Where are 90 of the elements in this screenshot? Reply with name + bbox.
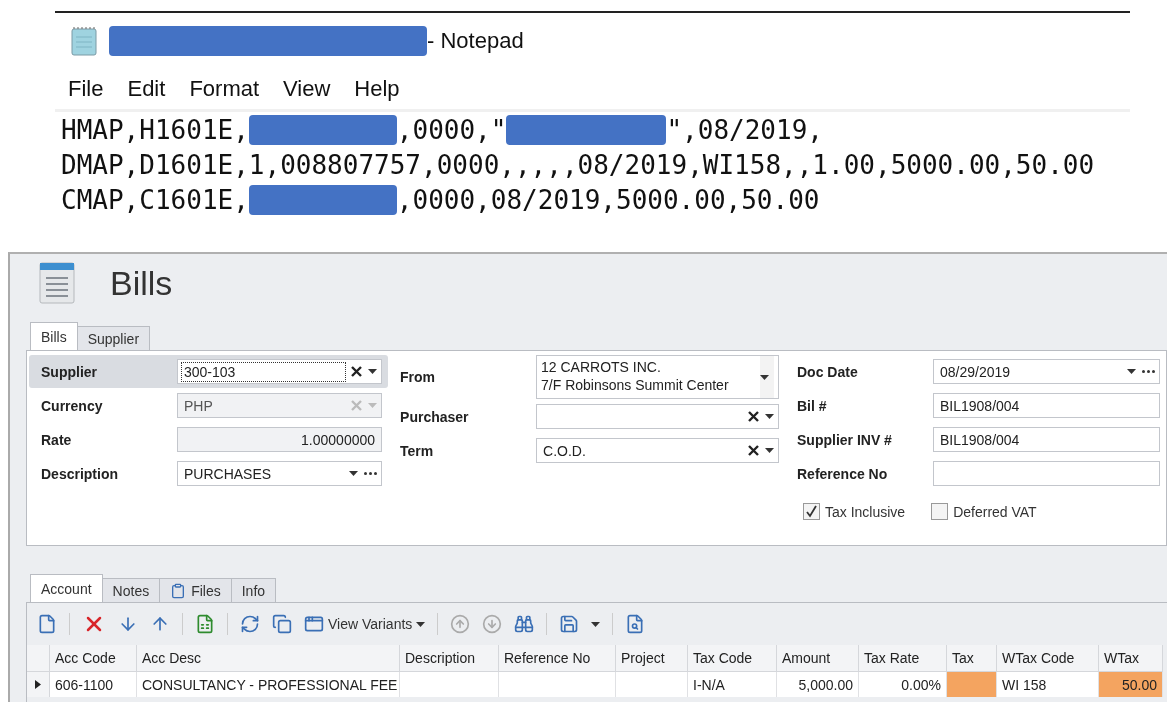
tab[interactable]: Notes bbox=[101, 578, 161, 602]
column-header[interactable]: Tax Code bbox=[688, 645, 777, 672]
menu-item[interactable]: Format bbox=[189, 76, 260, 102]
field-label: From bbox=[400, 369, 437, 385]
refresh-icon[interactable] bbox=[240, 614, 260, 634]
input-field[interactable]: 08/29/2019 bbox=[933, 359, 1160, 384]
file-text: ",08/2019, bbox=[666, 114, 823, 145]
tab[interactable]: Account bbox=[30, 574, 103, 602]
clipboard-icon bbox=[170, 582, 187, 599]
search-icon[interactable] bbox=[625, 614, 646, 634]
address-line: 12 CARROTS INC. bbox=[541, 358, 662, 376]
caret-icon[interactable] bbox=[1127, 369, 1136, 374]
field-label: Supplier INV # bbox=[797, 431, 893, 448]
file-text: ,0000," bbox=[396, 114, 507, 145]
input-field[interactable]: 1.00000000 bbox=[177, 427, 383, 452]
address-line: 7/F Robinsons Summit Center bbox=[541, 376, 730, 394]
tab[interactable]: Bills bbox=[30, 322, 78, 350]
table-cell: 50.00 bbox=[1099, 672, 1163, 697]
ellipsis-icon[interactable] bbox=[1142, 370, 1155, 373]
file-text: HMAP,H1601E, bbox=[61, 114, 249, 145]
menu-item[interactable]: File bbox=[68, 76, 104, 102]
column-header[interactable]: Acc Code bbox=[50, 645, 137, 672]
tab[interactable]: Supplier bbox=[76, 326, 151, 350]
field-label: Currency bbox=[41, 397, 104, 414]
caret-icon[interactable] bbox=[368, 369, 378, 374]
tab[interactable]: Files bbox=[159, 578, 232, 602]
copy-icon[interactable] bbox=[272, 614, 292, 634]
window-title: - Notepad bbox=[427, 28, 524, 54]
spreadsheet-icon[interactable] bbox=[195, 614, 215, 634]
checkbox-label: Tax Inclusive bbox=[825, 503, 906, 520]
table-cell: 0.00% bbox=[859, 672, 947, 697]
field-label: Reference No bbox=[797, 465, 889, 482]
clear-icon[interactable] bbox=[351, 366, 363, 377]
ellipsis-icon[interactable] bbox=[364, 472, 378, 475]
checkbox[interactable] bbox=[931, 503, 949, 520]
input-field[interactable] bbox=[536, 404, 779, 429]
file-text: ,0000,08/2019,5000.00,50.00 bbox=[396, 184, 820, 215]
caret-icon[interactable] bbox=[765, 414, 774, 419]
checkbox[interactable] bbox=[803, 503, 820, 520]
table-cell: I-N/A bbox=[688, 672, 777, 697]
view-variants-button[interactable]: View Variants bbox=[304, 614, 426, 634]
input-field[interactable]: PURCHASES bbox=[177, 461, 383, 486]
new-document-icon[interactable] bbox=[37, 614, 57, 634]
field-label: Rate bbox=[41, 431, 73, 448]
notepad-icon bbox=[69, 25, 99, 57]
field-label: Description bbox=[41, 465, 119, 482]
input-field[interactable] bbox=[933, 461, 1160, 486]
menu-item[interactable]: Help bbox=[354, 76, 400, 102]
column-header[interactable]: Description bbox=[400, 645, 499, 672]
caret-icon[interactable] bbox=[591, 621, 601, 627]
input-field[interactable]: BIL1908/004 bbox=[933, 393, 1160, 418]
clear-icon[interactable] bbox=[748, 411, 759, 422]
caret-icon[interactable] bbox=[765, 448, 774, 453]
input-field[interactable]: BIL1908/004 bbox=[933, 427, 1160, 452]
column-header[interactable]: WTax Code bbox=[997, 645, 1099, 672]
column-header[interactable]: Acc Desc bbox=[137, 645, 400, 672]
column-header[interactable]: Amount bbox=[777, 645, 859, 672]
tab[interactable]: Info bbox=[230, 578, 277, 602]
field-label: Doc Date bbox=[797, 363, 859, 380]
input-field[interactable]: 12 CARROTS INC. 7/F Robinsons Summit Center bbox=[536, 355, 779, 399]
input-field[interactable]: C.O.D. bbox=[536, 438, 779, 463]
column-header[interactable]: Tax bbox=[947, 645, 997, 672]
column-header[interactable]: Project bbox=[616, 645, 688, 672]
table-cell: WI 158 bbox=[997, 672, 1099, 697]
window-icon bbox=[304, 614, 324, 634]
file-text: DMAP,D1601E,1,008807757,0000,,,,,08/2019,WI158,,1.00,5000.00,50.00 bbox=[61, 149, 1095, 180]
menu-item[interactable]: Edit bbox=[127, 76, 166, 102]
field-label: Term bbox=[400, 442, 435, 459]
caret-icon[interactable] bbox=[760, 374, 769, 380]
binoculars-icon[interactable] bbox=[514, 614, 535, 634]
file-text: CMAP,C1601E, bbox=[61, 184, 249, 215]
field-label: Bil # bbox=[797, 397, 828, 414]
field-label: Supplier bbox=[41, 363, 98, 380]
save-icon[interactable] bbox=[559, 614, 580, 634]
field-label: Purchaser bbox=[400, 408, 470, 425]
clear-icon[interactable] bbox=[748, 445, 759, 456]
table-cell: CONSULTANCY - PROFESSIONAL FEE bbox=[137, 672, 400, 697]
grid-corner bbox=[27, 645, 50, 672]
column-header[interactable]: Reference No bbox=[499, 645, 616, 672]
column-header[interactable]: Tax Rate bbox=[859, 645, 947, 672]
column-header[interactable]: WTax bbox=[1099, 645, 1163, 672]
page-title: Bills bbox=[110, 263, 173, 303]
input-field[interactable]: 300-103 bbox=[177, 359, 383, 384]
scrollbar[interactable] bbox=[760, 356, 774, 398]
table-cell: 606-1100 bbox=[50, 672, 137, 697]
caret-icon[interactable] bbox=[416, 621, 426, 627]
checkbox-label: Deferred VAT bbox=[953, 503, 1037, 520]
caret-icon[interactable] bbox=[349, 471, 359, 476]
menu-item[interactable]: View bbox=[283, 76, 331, 102]
table-cell: 5,000.00 bbox=[777, 672, 859, 697]
